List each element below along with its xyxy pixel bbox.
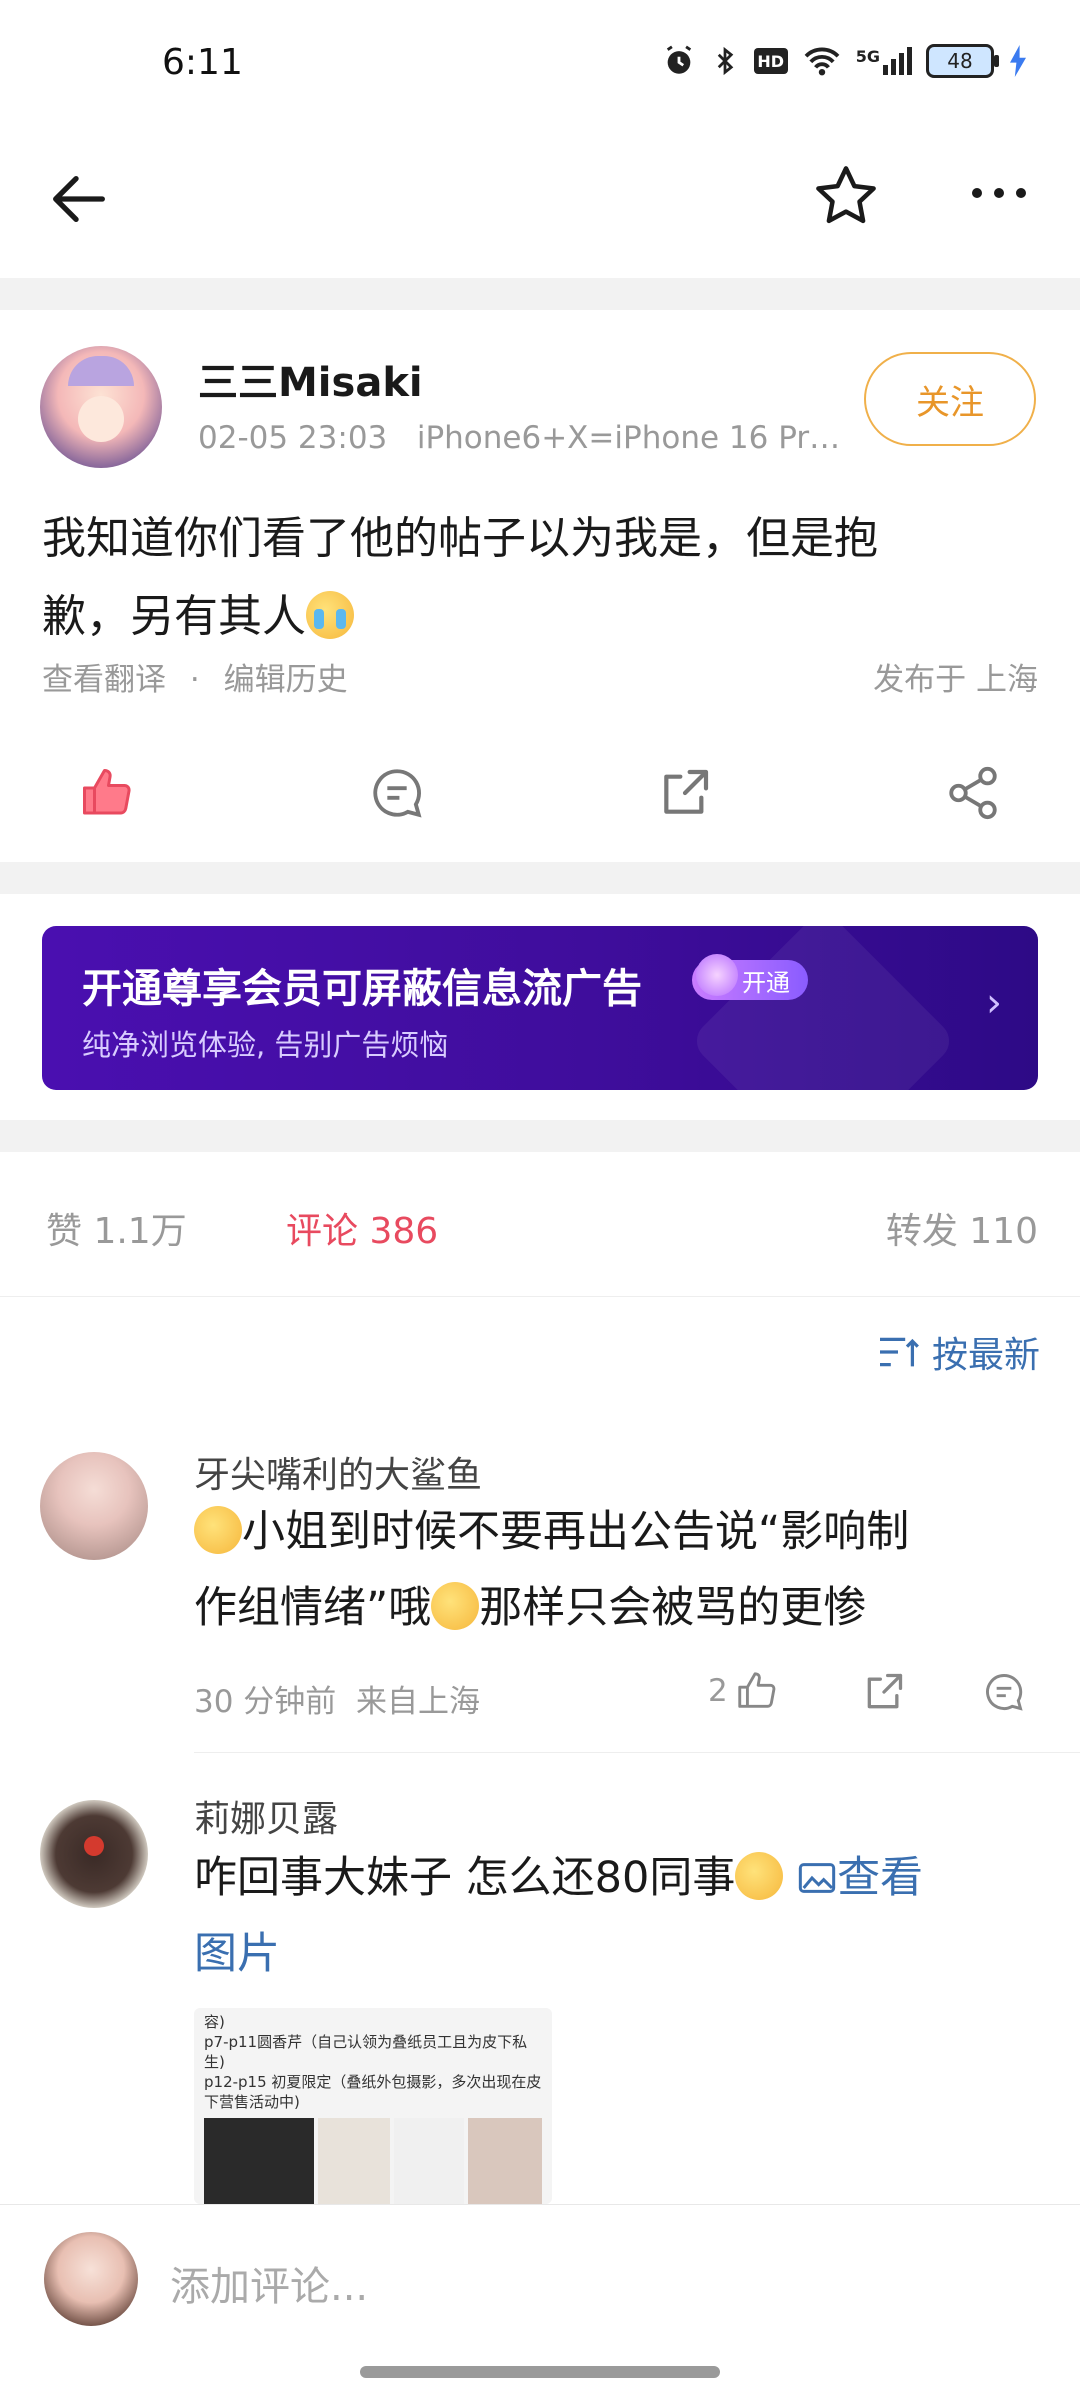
- comment-like-count: 2: [708, 1673, 728, 1709]
- thumb-screenshot-b: [318, 2118, 390, 2204]
- banner-decoration: [688, 926, 958, 1090]
- reposts-tab[interactable]: 转发 110: [886, 1202, 1038, 1254]
- view-image-link[interactable]: 查看: [797, 1853, 923, 1903]
- follow-button[interactable]: 关注: [864, 352, 1036, 446]
- vip-ad-banner[interactable]: 开通尊享会员可屏蔽信息流广告 开通 纯净浏览体验, 告别广告烦恼 ›: [42, 926, 1038, 1090]
- thumbs-up-filled-icon: [83, 769, 131, 815]
- commenter-avatar[interactable]: [40, 1800, 148, 1908]
- separator-dot: ·: [189, 662, 200, 698]
- section-divider: [0, 278, 1080, 310]
- thumbs-up-icon: [738, 1672, 776, 1708]
- comment-divider: [194, 1752, 1080, 1753]
- blushing-emoji-icon: [194, 1506, 242, 1554]
- post-action-bar: [0, 740, 1080, 850]
- post-location: 发布于 上海: [873, 662, 1038, 698]
- my-avatar[interactable]: [44, 2232, 138, 2326]
- banner-subtitle: 纯净浏览体验, 告别广告烦恼: [82, 1028, 449, 1062]
- repost-button[interactable]: [650, 758, 720, 828]
- share-external-icon[interactable]: [862, 1670, 906, 1714]
- comment-line2a: 作组情绪”哦: [194, 1583, 432, 1633]
- more-horizontal-icon[interactable]: [972, 188, 1026, 198]
- comment-image-thumbnail[interactable]: 容) p7-p11圆香芹（自己认领为叠纸员工且为皮下私 生) p12-p15 初…: [194, 2008, 552, 2204]
- top-nav: [0, 130, 1080, 278]
- thumb-screenshot-d: [468, 2118, 542, 2204]
- thumb-text-line: 生): [204, 2053, 225, 2071]
- comment-line1: 咋回事大妹子 怎么还80同事: [194, 1853, 736, 1903]
- like-button[interactable]: [72, 758, 142, 828]
- banner-title: 开通尊享会员可屏蔽信息流广告: [82, 966, 642, 1012]
- comments-tab[interactable]: 评论 386: [286, 1202, 438, 1254]
- banner-pill-label: 开通: [742, 968, 790, 997]
- thumb-text-line: p7-p11圆香芹（自己认领为叠纸员工且为皮下私: [204, 2033, 528, 2051]
- thumb-text-line: 容): [204, 2013, 225, 2031]
- share-external-icon: [664, 769, 709, 814]
- comment-line1: 小姐到时候不要再出公告说“影响制: [242, 1507, 910, 1557]
- post-device: iPhone6+X=iPhone 16 Pr…: [416, 420, 841, 456]
- comment-text: 咋回事大妹子 怎么还80同事 查看 图片: [194, 1840, 1044, 1992]
- blushing-emoji-icon: [431, 1582, 480, 1630]
- alarm-icon: [666, 45, 691, 74]
- home-indicator[interactable]: [360, 2366, 720, 2378]
- author-name[interactable]: 三三Misaki: [198, 350, 423, 408]
- share-button[interactable]: [938, 758, 1008, 828]
- crown-icon: [696, 954, 738, 996]
- commenter-name[interactable]: 莉娜贝露: [194, 1790, 338, 1842]
- comment-input-field[interactable]: 添加评论...: [170, 2254, 368, 2312]
- view-translation-link[interactable]: 查看翻译: [42, 662, 166, 698]
- view-image-link-cont[interactable]: 图片: [194, 1916, 1044, 1992]
- sort-label: 按最新: [931, 1335, 1040, 1376]
- bluetooth-icon: [717, 46, 734, 76]
- comment-button[interactable]: [362, 758, 432, 828]
- post-text-line1: 我知道你们看了他的帖子以为我是，但是抱: [42, 513, 878, 564]
- thumb-text-line: 下营售活动中): [204, 2093, 300, 2111]
- charging-icon: [1010, 45, 1026, 77]
- commenter-avatar[interactable]: [40, 1452, 148, 1560]
- section-divider: [0, 862, 1080, 894]
- wifi-icon: [804, 47, 840, 76]
- likes-tab[interactable]: 赞 1.1万: [46, 1202, 187, 1254]
- thumb-text-line: p12-p15 初夏限定（叠纸外包摄影，多次出现在皮: [204, 2073, 542, 2091]
- chevron-right-icon: ›: [986, 980, 1002, 1026]
- status-bar: 6:11 HD 5G 48: [0, 0, 1080, 130]
- thumb-screenshot-a: [204, 2118, 314, 2204]
- sort-toggle[interactable]: 按最新: [876, 1326, 1040, 1378]
- edit-history-link[interactable]: 编辑历史: [224, 662, 348, 698]
- comment-bubble-icon: [373, 769, 422, 818]
- battery-level: 48: [947, 49, 973, 73]
- crying-emoji-icon: [306, 591, 354, 639]
- post-body: 我知道你们看了他的帖子以为我是，但是抱 歉，另有其人: [42, 500, 1042, 656]
- hd-icon: HD: [753, 48, 788, 74]
- battery-icon: 48: [926, 44, 999, 78]
- comment-text: 小姐到时候不要再出公告说“影响制 作组情绪”哦 那样只会被骂的更惨: [194, 1494, 1044, 1646]
- image-icon: [798, 1863, 836, 1893]
- post-text-line2: 歉，另有其人: [42, 591, 306, 642]
- post-sub-actions: 查看翻译 · 编辑历史: [42, 654, 348, 699]
- comment-bubble-icon[interactable]: [982, 1670, 1026, 1714]
- post-meta: 02-05 23:03 iPhone6+X=iPhone 16 Pr…: [198, 420, 858, 456]
- signal-5g-icon: 5G: [856, 47, 912, 75]
- comment-meta: 30 分钟前 来自上海: [194, 1676, 480, 1721]
- comment-time: 30 分钟前: [194, 1684, 337, 1720]
- post-date: 02-05 23:03: [198, 420, 388, 456]
- comment-line2b: 那样只会被骂的更惨: [479, 1583, 867, 1633]
- status-time: 6:11: [162, 42, 243, 83]
- comment-like-button[interactable]: 2: [708, 1668, 780, 1714]
- comment-location: 来自上海: [356, 1684, 481, 1720]
- banner-open-pill[interactable]: 开通: [692, 954, 808, 1000]
- section-divider: [0, 1120, 1080, 1152]
- sort-lines-icon: [879, 1337, 919, 1367]
- thumb-screenshot-c: [394, 2118, 464, 2204]
- shocked-emoji-icon: [735, 1852, 784, 1900]
- star-outline-icon[interactable]: [810, 160, 882, 232]
- author-avatar[interactable]: [40, 346, 162, 468]
- commenter-name[interactable]: 牙尖嘴利的大鲨鱼: [194, 1446, 482, 1498]
- status-icons: HD 5G 48: [662, 44, 1028, 78]
- post-stats-bar: 赞 1.1万 评论 386 转发 110: [0, 1152, 1080, 1297]
- view-image-link-text: 查看: [837, 1853, 924, 1903]
- share-nodes-icon: [949, 766, 997, 820]
- back-arrow-icon[interactable]: [44, 164, 114, 234]
